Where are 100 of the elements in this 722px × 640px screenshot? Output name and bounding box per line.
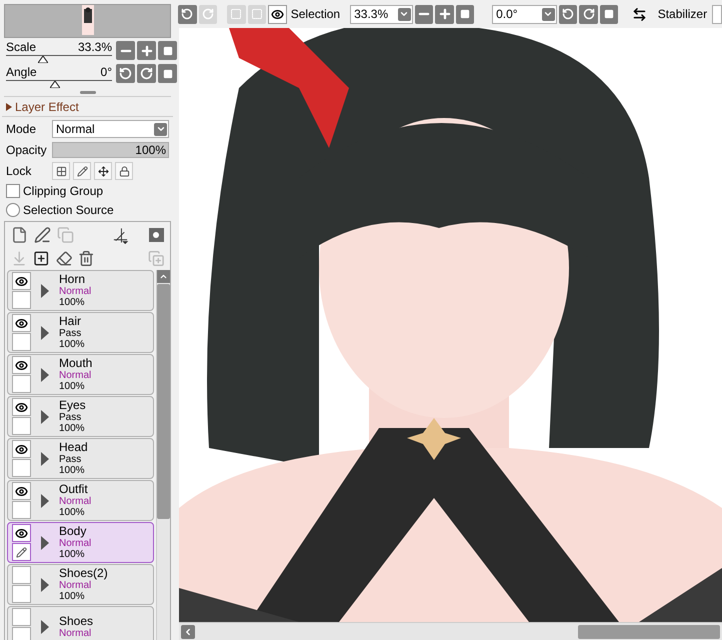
- new-layer-icon[interactable]: [11, 226, 28, 244]
- rotate-right-button[interactable]: [579, 4, 598, 24]
- pencil-icon: [16, 546, 27, 558]
- slider-track[interactable]: [6, 55, 112, 64]
- reset-zoom-button[interactable]: [456, 4, 474, 24]
- layer-opacity: 100%: [59, 549, 86, 560]
- visibility-toggle[interactable]: [12, 566, 31, 584]
- scroll-thumb[interactable]: [578, 624, 720, 638]
- expand-triangle-icon[interactable]: [41, 536, 49, 550]
- plus-icon: [438, 7, 452, 21]
- horizontal-scrollbar[interactable]: [179, 622, 722, 640]
- angle-dropdown[interactable]: 0.0°: [492, 4, 557, 24]
- visibility-toggle[interactable]: [12, 524, 31, 542]
- stabilizer-field[interactable]: [712, 4, 722, 24]
- selection-icon: [250, 8, 263, 20]
- undo-icon: [181, 8, 194, 20]
- reset-angle-button[interactable]: [600, 4, 618, 24]
- layer-row[interactable]: Head Pass 100%: [7, 438, 154, 479]
- square-icon: [162, 68, 172, 78]
- selection-source-radio[interactable]: [6, 203, 20, 217]
- layer-name: Outfit: [59, 483, 89, 496]
- layer-mode: Normal: [59, 496, 92, 507]
- thumbnail-icon: [82, 5, 94, 35]
- zoom-in-button[interactable]: [435, 4, 454, 24]
- lock-all-button[interactable]: [115, 162, 133, 180]
- slider-label: Angle: [6, 65, 37, 79]
- expand-triangle-icon[interactable]: [41, 620, 49, 634]
- layer-name: Eyes: [59, 399, 86, 412]
- square-icon: [162, 46, 172, 56]
- mask-icon[interactable]: [148, 228, 164, 242]
- edit-indicator: [12, 333, 31, 351]
- visibility-toggle[interactable]: [12, 608, 31, 626]
- zoom-in-button[interactable]: [137, 41, 156, 60]
- layer-row[interactable]: Mouth Normal 100%: [7, 354, 154, 395]
- reset-angle-button[interactable]: [158, 64, 177, 83]
- visibility-toggle[interactable]: [12, 314, 31, 332]
- lock-transparency-button[interactable]: [52, 162, 70, 180]
- rotate-left-button[interactable]: [558, 4, 578, 24]
- lock-move-button[interactable]: [94, 162, 112, 180]
- visibility-toggle[interactable]: [12, 272, 31, 290]
- layer-row[interactable]: Body Normal 100%: [7, 522, 154, 563]
- zoom-out-button[interactable]: [414, 4, 434, 24]
- scroll-up-button[interactable]: [157, 270, 170, 283]
- dropdown-icon: [398, 8, 411, 20]
- layer-effect-toggle[interactable]: Layer Effect: [2, 97, 173, 117]
- expand-triangle-icon[interactable]: [41, 578, 49, 592]
- rotate-right-button[interactable]: [137, 64, 156, 83]
- expand-triangle-icon[interactable]: [41, 452, 49, 466]
- edit-indicator: [12, 291, 31, 309]
- visibility-toggle[interactable]: [12, 482, 31, 500]
- mode-dropdown[interactable]: Normal: [52, 120, 169, 138]
- expand-triangle-icon[interactable]: [41, 494, 49, 508]
- layer-row[interactable]: Shoes Normal: [7, 606, 154, 640]
- visibility-toggle[interactable]: [12, 440, 31, 458]
- scroll-left-button[interactable]: [181, 624, 195, 638]
- rotate-left-button[interactable]: [116, 64, 135, 83]
- navigator-preview[interactable]: [4, 4, 171, 38]
- lock-painting-button[interactable]: [73, 162, 91, 180]
- layer-row[interactable]: Shoes(2) Normal 100%: [7, 564, 154, 605]
- eraser-icon[interactable]: [56, 250, 72, 266]
- slider-track[interactable]: [6, 80, 112, 89]
- layer-row[interactable]: Hair Pass 100%: [7, 312, 154, 353]
- layer-opacity: 100%: [59, 381, 86, 392]
- expand-triangle-icon[interactable]: [41, 410, 49, 424]
- trash-icon[interactable]: [78, 250, 95, 266]
- vertical-scrollbar[interactable]: [156, 270, 170, 640]
- scroll-thumb[interactable]: [157, 284, 170, 519]
- expand-triangle-icon[interactable]: [41, 284, 49, 298]
- expand-triangle-icon[interactable]: [41, 326, 49, 340]
- layer-name: Horn: [59, 273, 86, 286]
- zoom-dropdown[interactable]: 33.3%: [350, 4, 413, 24]
- dropdown-icon: [154, 122, 167, 136]
- selection-source-label: Selection Source: [23, 202, 114, 219]
- layer-row[interactable]: Outfit Normal 100%: [7, 480, 154, 521]
- move-icon: [98, 166, 108, 176]
- slider-value: 33.3%: [78, 40, 112, 54]
- edit-indicator: [12, 375, 31, 393]
- eye-icon: [15, 274, 28, 288]
- slider-thumb[interactable]: [38, 56, 48, 63]
- edit-indicator: [12, 459, 31, 477]
- layer-row[interactable]: Eyes Pass 100%: [7, 396, 154, 437]
- rotate-left-icon: [562, 8, 574, 20]
- reset-zoom-button[interactable]: [158, 41, 177, 60]
- rotate-left-icon: [119, 67, 132, 80]
- square-icon: [460, 9, 470, 19]
- layer-row[interactable]: Horn Normal 100%: [7, 270, 154, 311]
- visibility-toggle[interactable]: [12, 398, 31, 416]
- opacity-slider[interactable]: 100%: [52, 142, 169, 158]
- expand-triangle-icon[interactable]: [41, 368, 49, 382]
- undo-button[interactable]: [178, 4, 197, 24]
- slider-thumb[interactable]: [50, 81, 60, 88]
- visibility-toggle[interactable]: [12, 356, 31, 374]
- pen-layer-icon[interactable]: [34, 226, 51, 244]
- clipping-group-checkbox[interactable]: [6, 184, 20, 198]
- zoom-out-button[interactable]: [116, 41, 135, 60]
- selection-visibility-button[interactable]: [268, 4, 287, 24]
- panel-splitter[interactable]: [80, 91, 96, 94]
- axis-icon[interactable]: [112, 226, 130, 244]
- stabilizer-label: Stabilizer: [658, 6, 708, 23]
- slider-label: Scale: [6, 40, 36, 54]
